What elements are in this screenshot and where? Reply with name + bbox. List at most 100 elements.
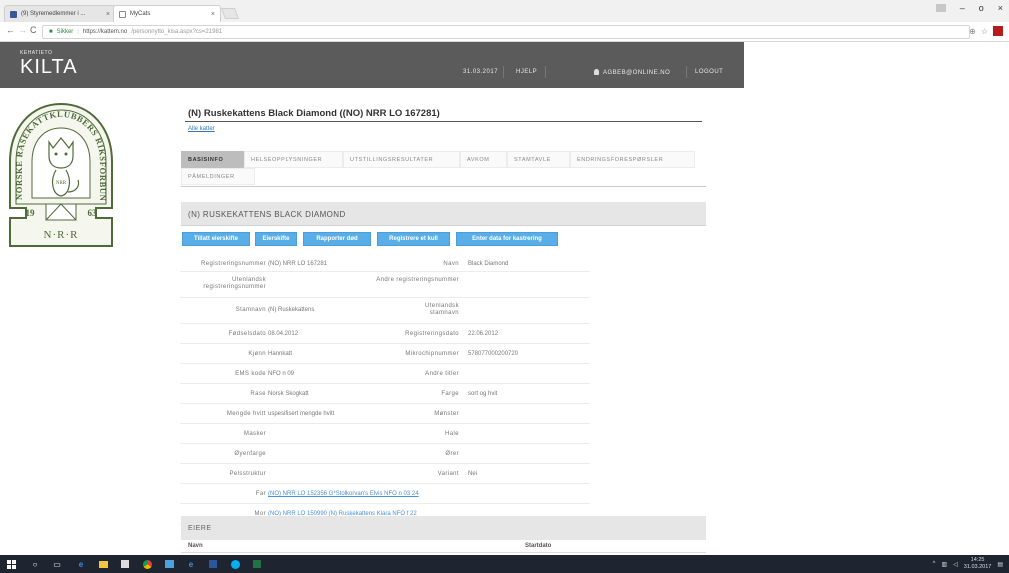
clock[interactable]: 14:25 31.03.2017 (964, 557, 992, 571)
owners-table-header: Navn Startdato (181, 542, 706, 552)
info-value: NFO n 09 (268, 371, 295, 377)
owners-title: EIERE (188, 525, 212, 532)
info-value: Black Diamond (468, 261, 509, 267)
skype-icon[interactable] (230, 559, 240, 569)
task-view-icon[interactable]: ▭ (52, 559, 62, 569)
zoom-icon[interactable]: ⊕ (969, 27, 976, 36)
info-value: 08.04.2012 (268, 331, 299, 337)
info-row: Stamnavn (N) Ruskekattens Utenlandsk sta… (180, 298, 590, 324)
tab-endringsforesporsler[interactable]: ENDRINGSFORESPØRSLER (570, 151, 695, 168)
window-controls: – o × (935, 3, 1003, 13)
allow-ownership-change-button[interactable]: Tillatt eierskifte (182, 232, 250, 246)
maximize-button[interactable]: o (979, 3, 984, 13)
info-label: Fødselsdato (228, 331, 266, 337)
all-cats-link[interactable]: Alle katter (188, 126, 215, 132)
clock-time: 14:25 (970, 557, 985, 563)
tab-avkom[interactable]: AVKOM (460, 151, 507, 168)
info-value: (N) Ruskekattens (268, 307, 315, 313)
tray-chevron-icon[interactable]: ^ (933, 561, 936, 567)
crest-year-left: 19 (26, 208, 36, 218)
system-tray: ^ ▥ ◁ 14:25 31.03.2017 ▤ (933, 557, 1003, 571)
owners-col-startdate: Startdato (525, 543, 552, 549)
info-row: Rase Norsk Skogkatt Farge sort og hvit (180, 384, 590, 404)
page-icon (119, 10, 126, 18)
tab-utstillingsresultater[interactable]: UTSTILLINGSRESULTATER (343, 151, 460, 168)
info-label: Ører (445, 451, 459, 457)
word-icon[interactable] (208, 559, 218, 569)
close-window-button[interactable]: × (998, 3, 1003, 13)
info-value: (NO) NRR LO 167281 (268, 261, 328, 267)
edge-browser-icon[interactable]: e (76, 559, 86, 569)
lock-icon: ■ (49, 29, 53, 35)
tab-label: (9) Styremedlemmer i ... (21, 11, 86, 17)
info-label: Andre registreringsnummer (376, 277, 459, 283)
internet-explorer-icon[interactable]: e (186, 559, 196, 569)
info-label: Masker (243, 431, 266, 437)
info-row: Pelsstruktur Variant Nei (180, 464, 590, 484)
speaker-icon[interactable]: ◁ (953, 561, 958, 568)
search-icon[interactable]: ○ (30, 559, 40, 569)
info-row: Fødselsdato 08.04.2012 Registreringsdato… (180, 324, 590, 344)
info-label: Navn (443, 261, 459, 267)
header-divider (686, 66, 687, 78)
info-value: Nei (468, 471, 478, 477)
bookmark-star-icon[interactable]: ☆ (981, 27, 988, 36)
report-death-button[interactable]: Rapporter død (303, 232, 371, 246)
notifications-icon[interactable]: ▤ (997, 561, 1003, 568)
close-tab-icon[interactable]: × (106, 11, 110, 18)
crest-year-right: 63 (88, 208, 98, 218)
browser-tab-mycats[interactable]: MyCats × (113, 5, 221, 22)
address-bar-icons: ⊕ ☆ (969, 26, 1003, 36)
excel-icon[interactable] (252, 559, 262, 569)
tab-pameldinger[interactable]: PÅMELDINGER (181, 168, 255, 185)
info-label: Far (255, 491, 266, 497)
enter-castration-data-button[interactable]: Enter data for kastrering (456, 232, 558, 246)
close-tab-icon[interactable]: × (211, 11, 215, 18)
forward-arrow-icon[interactable]: → (18, 25, 27, 35)
taskbar: ○ ▭ e e ^ ▥ ◁ 14:25 31.03.2017 ▤ (0, 555, 1009, 573)
info-value: uspesifisert mengde hvitt (268, 411, 335, 417)
user-menu[interactable]: AGBEB@ONLINE.NO (594, 69, 670, 76)
store-icon[interactable] (120, 559, 130, 569)
site-logo[interactable]: KILTA (20, 56, 78, 79)
url-input[interactable]: ■ Sikker | https://kattem.no/personnytto… (42, 25, 970, 39)
file-explorer-icon[interactable] (98, 559, 108, 569)
reload-icon[interactable]: C (30, 25, 37, 35)
back-arrow-icon[interactable]: ← (6, 25, 15, 35)
chrome-icon[interactable] (142, 559, 152, 569)
info-label: Utenlandsk stamnavn (424, 303, 459, 316)
windows-start-icon[interactable] (6, 559, 16, 569)
info-label: Utenlandsk registreringsnummer (203, 277, 266, 290)
minimize-button[interactable]: – (960, 3, 965, 13)
tab-stamtavle[interactable]: STAMTAVLE (507, 151, 570, 168)
new-tab-button[interactable] (220, 8, 240, 19)
crest-shield-letters: NRR (56, 181, 67, 186)
info-label: Andre titler (425, 371, 459, 377)
profile-icon[interactable] (935, 4, 946, 12)
url-host: https://kattem.no (82, 29, 128, 35)
tab-basisinfo[interactable]: BASISINFO (181, 151, 244, 168)
info-label: Variant (437, 471, 459, 477)
help-link[interactable]: HJELP (516, 69, 537, 75)
extension-icon[interactable] (993, 26, 1003, 36)
owners-col-name: Navn (188, 543, 203, 549)
info-label: EMS kode (235, 371, 266, 377)
network-icon[interactable]: ▥ (942, 561, 948, 568)
tab-helseopplysninger[interactable]: HELSEOPPLYSNINGER (244, 151, 343, 168)
screen: (9) Styremedlemmer i ... × MyCats × – o … (0, 0, 1009, 573)
browser-tab-facebook[interactable]: (9) Styremedlemmer i ... × (4, 5, 116, 22)
user-icon (594, 69, 599, 75)
facebook-icon (10, 10, 17, 18)
info-row: Utenlandsk registreringsnummer Andre reg… (180, 272, 590, 298)
info-label: Mikrochipnummer (405, 351, 459, 357)
info-row: Kjønn Hannkatt Mikrochipnummer 578077000… (180, 344, 590, 364)
nrr-crest-logo: NORSKE RASEKATTKLUBBERS RIKSFORBUND NRR … (6, 100, 113, 247)
photos-icon[interactable] (164, 559, 174, 569)
ownership-change-button[interactable]: Eierskifte (255, 232, 297, 246)
user-email: AGBEB@ONLINE.NO (603, 70, 671, 76)
register-litter-button[interactable]: Registrere et kull (377, 232, 450, 246)
logout-link[interactable]: LOGOUT (695, 69, 723, 75)
sire-link[interactable]: (NO) NRR LO 152356 G*Stolkorvan's Elvis … (268, 491, 419, 498)
info-label: Kjønn (248, 351, 266, 357)
info-label: Mønster (434, 411, 459, 417)
